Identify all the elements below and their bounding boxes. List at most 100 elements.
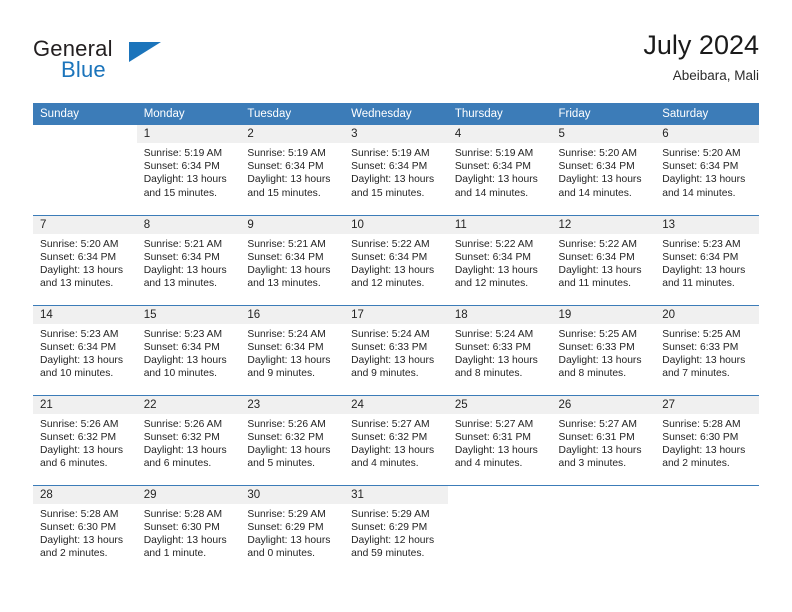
daylight-text-line2: and 14 minutes. xyxy=(558,187,632,199)
sunset-text: Sunset: 6:34 PM xyxy=(558,161,635,173)
calendar-day-cell[interactable]: 21 Sunrise: 5:26 AM Sunset: 6:32 PM Dayligh… xyxy=(33,394,137,485)
daylight-text-line1: Daylight: 13 hours xyxy=(662,174,746,186)
calendar-day-cell[interactable]: 26 Sunrise: 5:27 AM Sunset: 6:31 PM Dayligh… xyxy=(551,394,656,485)
daylight-text-line2: and 10 minutes. xyxy=(40,368,114,380)
daylight-text-line2: and 13 minutes. xyxy=(40,278,114,290)
sunset-text: Sunset: 6:34 PM xyxy=(351,251,428,263)
calendar-day-cell[interactable]: 2 Sunrise: 5:19 AM Sunset: 6:34 PM Daylight… xyxy=(240,125,345,215)
day-details: Sunrise: 5:22 AM Sunset: 6:34 PM Daylight:… xyxy=(448,234,552,291)
day-number: 11 xyxy=(447,215,552,234)
calendar-day-cell[interactable]: 22 Sunrise: 5:26 AM Sunset: 6:32 PM Dayligh… xyxy=(136,394,241,485)
calendar-week-row: 1 Sunrise: 5:19 AM Sunset: 6:34 PM Daylight… xyxy=(33,125,759,215)
calendar-day-cell[interactable]: 6 Sunrise: 5:20 AM Sunset: 6:34 PM Daylight… xyxy=(655,125,759,215)
daylight-text-line2: and 8 minutes. xyxy=(454,368,523,380)
day-details: Sunrise: 5:27 AM Sunset: 6:31 PM Daylight:… xyxy=(552,414,656,471)
sunrise-text: Sunrise: 5:20 AM xyxy=(662,148,741,159)
calendar-day-cell[interactable]: 16 Sunrise: 5:24 AM Sunset: 6:34 PM Dayligh… xyxy=(240,304,345,395)
day-number: 22 xyxy=(136,395,241,414)
day-details: Sunrise: 5:26 AM Sunset: 6:32 PM Daylight:… xyxy=(240,414,344,471)
day-details: Sunrise: 5:28 AM Sunset: 6:30 PM Daylight:… xyxy=(655,414,759,471)
sunset-text: Sunset: 6:34 PM xyxy=(143,251,220,263)
calendar-day-cell[interactable]: 9 Sunrise: 5:21 AM Sunset: 6:34 PM Daylight… xyxy=(240,214,345,305)
day-number: 9 xyxy=(240,215,345,234)
calendar-day-cell-empty xyxy=(655,484,759,575)
sunrise-text: Sunrise: 5:28 AM xyxy=(40,508,119,520)
calendar-day-cell[interactable]: 28 Sunrise: 5:28 AM Sunset: 6:30 PM Dayligh… xyxy=(33,484,137,575)
daylight-text-line1: Daylight: 13 hours xyxy=(247,174,331,186)
calendar-day-cell[interactable]: 15 Sunrise: 5:23 AM Sunset: 6:34 PM Dayligh… xyxy=(136,304,241,395)
calendar-day-cell[interactable]: 31 Sunrise: 5:29 AM Sunset: 6:29 PM Dayligh… xyxy=(344,484,448,575)
daylight-text-line2: and 15 minutes. xyxy=(247,187,321,199)
daylight-text-line2: and 13 minutes. xyxy=(247,278,321,290)
daylight-text-line1: Daylight: 13 hours xyxy=(454,354,538,366)
day-number xyxy=(552,486,656,504)
sunrise-text: Sunrise: 5:27 AM xyxy=(558,418,637,430)
calendar-day-cell[interactable]: 27 Sunrise: 5:28 AM Sunset: 6:30 PM Dayligh… xyxy=(655,394,759,485)
day-number xyxy=(655,486,759,504)
sunset-text: Sunset: 6:32 PM xyxy=(351,431,428,443)
calendar-day-cell[interactable]: 11 Sunrise: 5:22 AM Sunset: 6:34 PM Dayligh… xyxy=(447,214,552,305)
daylight-text-line1: Daylight: 13 hours xyxy=(40,444,123,456)
day-number: 10 xyxy=(344,215,448,234)
day-details: Sunrise: 5:21 AM Sunset: 6:34 PM Daylight:… xyxy=(137,234,241,291)
sunrise-text: Sunrise: 5:28 AM xyxy=(662,418,741,430)
sunset-text: Sunset: 6:32 PM xyxy=(40,431,117,443)
daylight-text-line2: and 6 minutes. xyxy=(40,458,108,470)
sunrise-text: Sunrise: 5:23 AM xyxy=(40,328,119,340)
calendar-day-cell[interactable]: 7 Sunrise: 5:20 AM Sunset: 6:34 PM Daylight… xyxy=(33,214,137,305)
day-number: 5 xyxy=(551,125,656,143)
calendar-day-cell[interactable]: 14 Sunrise: 5:23 AM Sunset: 6:34 PM Dayligh… xyxy=(33,304,137,395)
daylight-text-line1: Daylight: 13 hours xyxy=(351,354,435,366)
day-details: Sunrise: 5:24 AM Sunset: 6:34 PM Daylight:… xyxy=(240,324,344,381)
calendar-day-cell[interactable]: 19 Sunrise: 5:25 AM Sunset: 6:33 PM Dayligh… xyxy=(551,304,656,395)
day-number: 1 xyxy=(136,125,241,143)
day-details: Sunrise: 5:22 AM Sunset: 6:34 PM Daylight:… xyxy=(552,234,656,291)
calendar-day-cell[interactable]: 23 Sunrise: 5:26 AM Sunset: 6:32 PM Dayligh… xyxy=(240,394,345,485)
calendar-day-cell[interactable]: 18 Sunrise: 5:24 AM Sunset: 6:33 PM Dayligh… xyxy=(447,304,552,395)
daylight-text-line1: Daylight: 13 hours xyxy=(662,444,746,456)
day-details: Sunrise: 5:19 AM Sunset: 6:34 PM Daylight:… xyxy=(344,143,448,200)
day-number xyxy=(33,125,137,143)
calendar-page: General Blue July 2024 Abeibara, Mali Su… xyxy=(0,0,792,612)
daylight-text-line1: Daylight: 13 hours xyxy=(558,444,642,456)
daylight-text-line1: Daylight: 13 hours xyxy=(558,354,642,366)
calendar-day-cell[interactable]: 5 Sunrise: 5:20 AM Sunset: 6:34 PM Daylight… xyxy=(551,125,656,215)
calendar-day-cell[interactable]: 4 Sunrise: 5:19 AM Sunset: 6:34 PM Daylight… xyxy=(447,125,552,215)
calendar-day-cell[interactable]: 25 Sunrise: 5:27 AM Sunset: 6:31 PM Dayligh… xyxy=(447,394,552,485)
day-details: Sunrise: 5:19 AM Sunset: 6:34 PM Daylight:… xyxy=(137,143,241,200)
calendar-day-cell[interactable]: 3 Sunrise: 5:19 AM Sunset: 6:34 PM Daylight… xyxy=(344,125,448,215)
logo-text-blue: Blue xyxy=(61,57,106,82)
calendar-day-cell[interactable]: 20 Sunrise: 5:25 AM Sunset: 6:33 PM Dayligh… xyxy=(655,304,759,395)
calendar-day-cell[interactable]: 24 Sunrise: 5:27 AM Sunset: 6:32 PM Dayligh… xyxy=(344,394,448,485)
calendar-day-cell[interactable]: 13 Sunrise: 5:23 AM Sunset: 6:34 PM Dayligh… xyxy=(655,214,759,305)
calendar-day-cell[interactable]: 17 Sunrise: 5:24 AM Sunset: 6:33 PM Dayligh… xyxy=(344,304,448,395)
calendar-header-row: Sunday Monday Tuesday Wednesday Thursday… xyxy=(33,103,759,125)
calendar-day-cell[interactable]: 30 Sunrise: 5:29 AM Sunset: 6:29 PM Dayligh… xyxy=(240,484,345,575)
daylight-text-line2: and 9 minutes. xyxy=(247,368,315,380)
sunrise-text: Sunrise: 5:26 AM xyxy=(40,418,119,430)
daylight-text-line1: Daylight: 13 hours xyxy=(143,174,227,186)
calendar-day-cell[interactable]: 29 Sunrise: 5:28 AM Sunset: 6:30 PM Dayligh… xyxy=(136,484,241,575)
calendar-day-cell[interactable]: 12 Sunrise: 5:22 AM Sunset: 6:34 PM Dayligh… xyxy=(551,214,656,305)
day-number: 8 xyxy=(136,215,241,234)
calendar-day-cell[interactable]: 8 Sunrise: 5:21 AM Sunset: 6:34 PM Daylight… xyxy=(136,214,241,305)
daylight-text-line1: Daylight: 13 hours xyxy=(143,264,227,276)
sunrise-text: Sunrise: 5:25 AM xyxy=(662,328,741,340)
day-details: Sunrise: 5:24 AM Sunset: 6:33 PM Daylight:… xyxy=(344,324,448,381)
sunrise-text: Sunrise: 5:22 AM xyxy=(454,238,534,250)
sunrise-text: Sunrise: 5:24 AM xyxy=(454,328,534,340)
daylight-text-line2: and 12 minutes. xyxy=(454,278,529,290)
sunset-text: Sunset: 6:34 PM xyxy=(662,161,739,173)
calendar-day-cell[interactable]: 1 Sunrise: 5:19 AM Sunset: 6:34 PM Daylight… xyxy=(136,125,241,215)
daylight-text-line1: Daylight: 13 hours xyxy=(247,444,331,456)
weekday-header-wednesday: Wednesday xyxy=(344,103,448,125)
daylight-text-line1: Daylight: 13 hours xyxy=(351,264,435,276)
weekday-header-friday: Friday xyxy=(551,103,656,125)
daylight-text-line2: and 5 minutes. xyxy=(247,458,315,470)
day-number: 28 xyxy=(33,485,137,504)
title-block: July 2024 Abeibara, Mali xyxy=(643,28,759,86)
day-details: Sunrise: 5:19 AM Sunset: 6:34 PM Daylight:… xyxy=(240,143,344,200)
calendar-day-cell[interactable]: 10 Sunrise: 5:22 AM Sunset: 6:34 PM Dayligh… xyxy=(344,214,448,305)
sunset-text: Sunset: 6:34 PM xyxy=(558,251,635,263)
sunset-text: Sunset: 6:30 PM xyxy=(662,431,739,443)
